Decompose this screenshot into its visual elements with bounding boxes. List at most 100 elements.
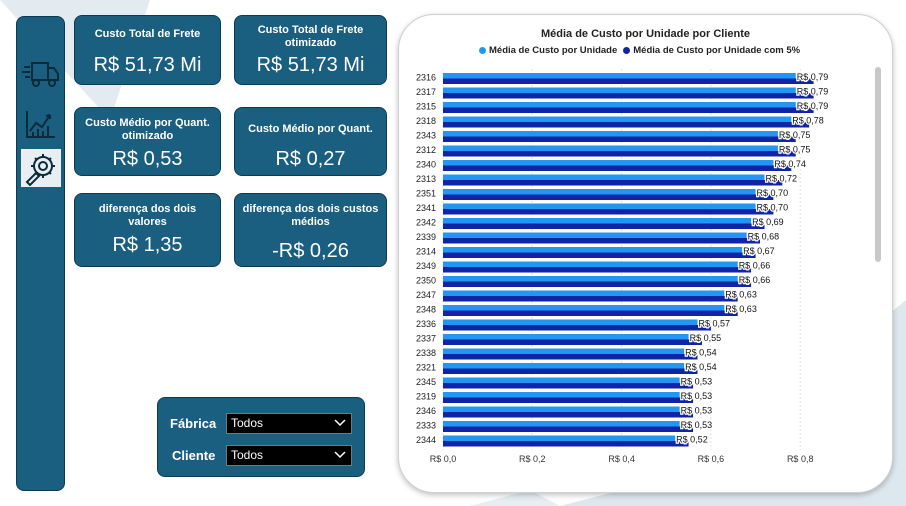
bar-series-1 [443,290,725,296]
y-tick-label: 2339 [416,232,436,242]
bar-series-2 [443,194,774,200]
bar-series-1 [443,348,685,354]
card-label: Custo Médio por Quant. otimizado [85,117,210,142]
data-label: R$ 0,75 [779,145,811,155]
y-tick-label: 2319 [416,392,436,402]
data-label: R$ 0,66 [739,261,771,271]
data-label: R$ 0,79 [797,72,829,82]
bar-series-1 [443,276,738,282]
y-tick-label: 2315 [416,102,436,112]
bar-series-2 [443,122,810,128]
bar-series-2 [443,151,796,157]
data-label: R$ 0,79 [797,87,829,97]
data-label: R$ 0,72 [765,174,797,184]
card-label: diferença dos dois custos médios [242,203,379,228]
fabrica-selected-value: Todos [231,416,264,430]
bar-series-1 [443,160,774,166]
data-label: R$ 0,79 [797,101,829,111]
y-tick-label: 2337 [416,334,436,344]
card-value: R$ 51,73 Mi [93,54,202,76]
y-tick-label: 2317 [416,87,436,97]
data-label: R$ 0,54 [685,362,717,372]
nav-item-otimizacao[interactable] [21,149,61,187]
card-label: Custo Médio por Quant. [248,123,373,135]
chart-panel: Média de Custo por Unidade por Cliente M… [398,14,893,493]
x-tick-label: R$ 0,4 [608,454,635,464]
y-tick-label: 2346 [416,406,436,416]
data-label: R$ 0,53 [681,391,713,401]
data-label: R$ 0,74 [774,159,806,169]
bar-series-1 [443,421,680,427]
bar-series-1 [443,363,685,369]
data-label: R$ 0,57 [699,319,731,329]
card-value: R$ 1,35 [112,234,183,256]
bar-series-2 [443,223,765,229]
filter-label-cliente: Cliente [172,448,216,463]
data-label: R$ 0,53 [681,377,713,387]
x-tick-label: R$ 0,2 [519,454,546,464]
bar-series-2 [443,397,694,403]
bar-series-2 [443,209,774,215]
bar-series-2 [443,441,689,447]
data-label: R$ 0,70 [757,188,789,198]
sidebar [16,16,65,491]
x-tick-label: R$ 0,8 [787,454,814,464]
bar-series-1 [443,435,676,441]
bar-series-2 [443,325,711,331]
cliente-dropdown[interactable]: Todos [226,445,352,466]
bar-series-1 [443,406,680,412]
y-tick-label: 2314 [416,247,436,257]
bar-series-2 [443,238,761,244]
bar-series-1 [443,87,796,93]
bar-series-2 [443,78,814,84]
y-tick-label: 2316 [416,73,436,83]
data-label: R$ 0,70 [757,203,789,213]
y-tick-label: 2349 [416,261,436,271]
y-tick-label: 2348 [416,305,436,315]
chart-scrollbar[interactable] [875,67,881,262]
y-tick-label: 2340 [416,160,436,170]
bar-series-2 [443,426,694,432]
y-tick-label: 2321 [416,363,436,373]
filter-label-fabrica: Fábrica [170,416,217,431]
y-tick-label: 2333 [416,421,436,431]
bar-series-1 [443,218,752,224]
data-label: R$ 0,69 [752,217,784,227]
bar-series-1 [443,203,756,209]
y-tick-label: 2336 [416,319,436,329]
y-tick-label: 2342 [416,218,436,228]
bar-series-2 [443,136,796,142]
bar-series-2 [443,107,814,113]
chevron-down-icon [334,451,346,459]
fabrica-dropdown[interactable]: Todos [226,413,352,434]
bar-series-1 [443,116,792,122]
data-label: R$ 0,66 [739,275,771,285]
bar-series-1 [443,145,778,151]
data-label: R$ 0,68 [748,232,780,242]
bar-series-2 [443,93,814,99]
truck-icon [22,62,59,87]
card-label: diferença dos dois valores [98,203,197,228]
y-tick-label: 2345 [416,377,436,387]
card-value: R$ 0,53 [112,148,183,170]
bar-chart: R$ 0,0 R$ 0,2 R$ 0,4 R$ 0,6 R$ 0,8 2316 R$ 0,7… [416,69,830,464]
card-diferenca-custos-medios: diferença dos dois custos médios -R$ 0,2… [234,193,387,267]
bar-series-1 [443,73,796,79]
y-tick-label: 2318 [416,116,436,126]
card-custo-medio: Custo Médio por Quant. R$ 0,27 [234,107,387,176]
nav-item-charts[interactable] [21,105,61,143]
y-tick-label: 2343 [416,131,436,141]
bar-series-1 [443,334,689,340]
data-label: R$ 0,54 [685,348,717,358]
bar-series-2 [443,339,702,345]
card-label: Custo Total de Frete otimizado [257,24,364,49]
cliente-selected-value: Todos [231,448,264,462]
card-custo-total-frete: Custo Total de Frete R$ 51,73 Mi [74,15,221,85]
filter-panel: Fábrica Todos Cliente Todos [157,397,365,477]
bar-series-2 [443,296,738,302]
data-label: R$ 0,63 [725,304,757,314]
x-tick-label: R$ 0,6 [698,454,725,464]
card-value: -R$ 0,26 [272,240,349,262]
nav-item-frete[interactable] [21,55,61,93]
bar-series-1 [443,261,738,267]
